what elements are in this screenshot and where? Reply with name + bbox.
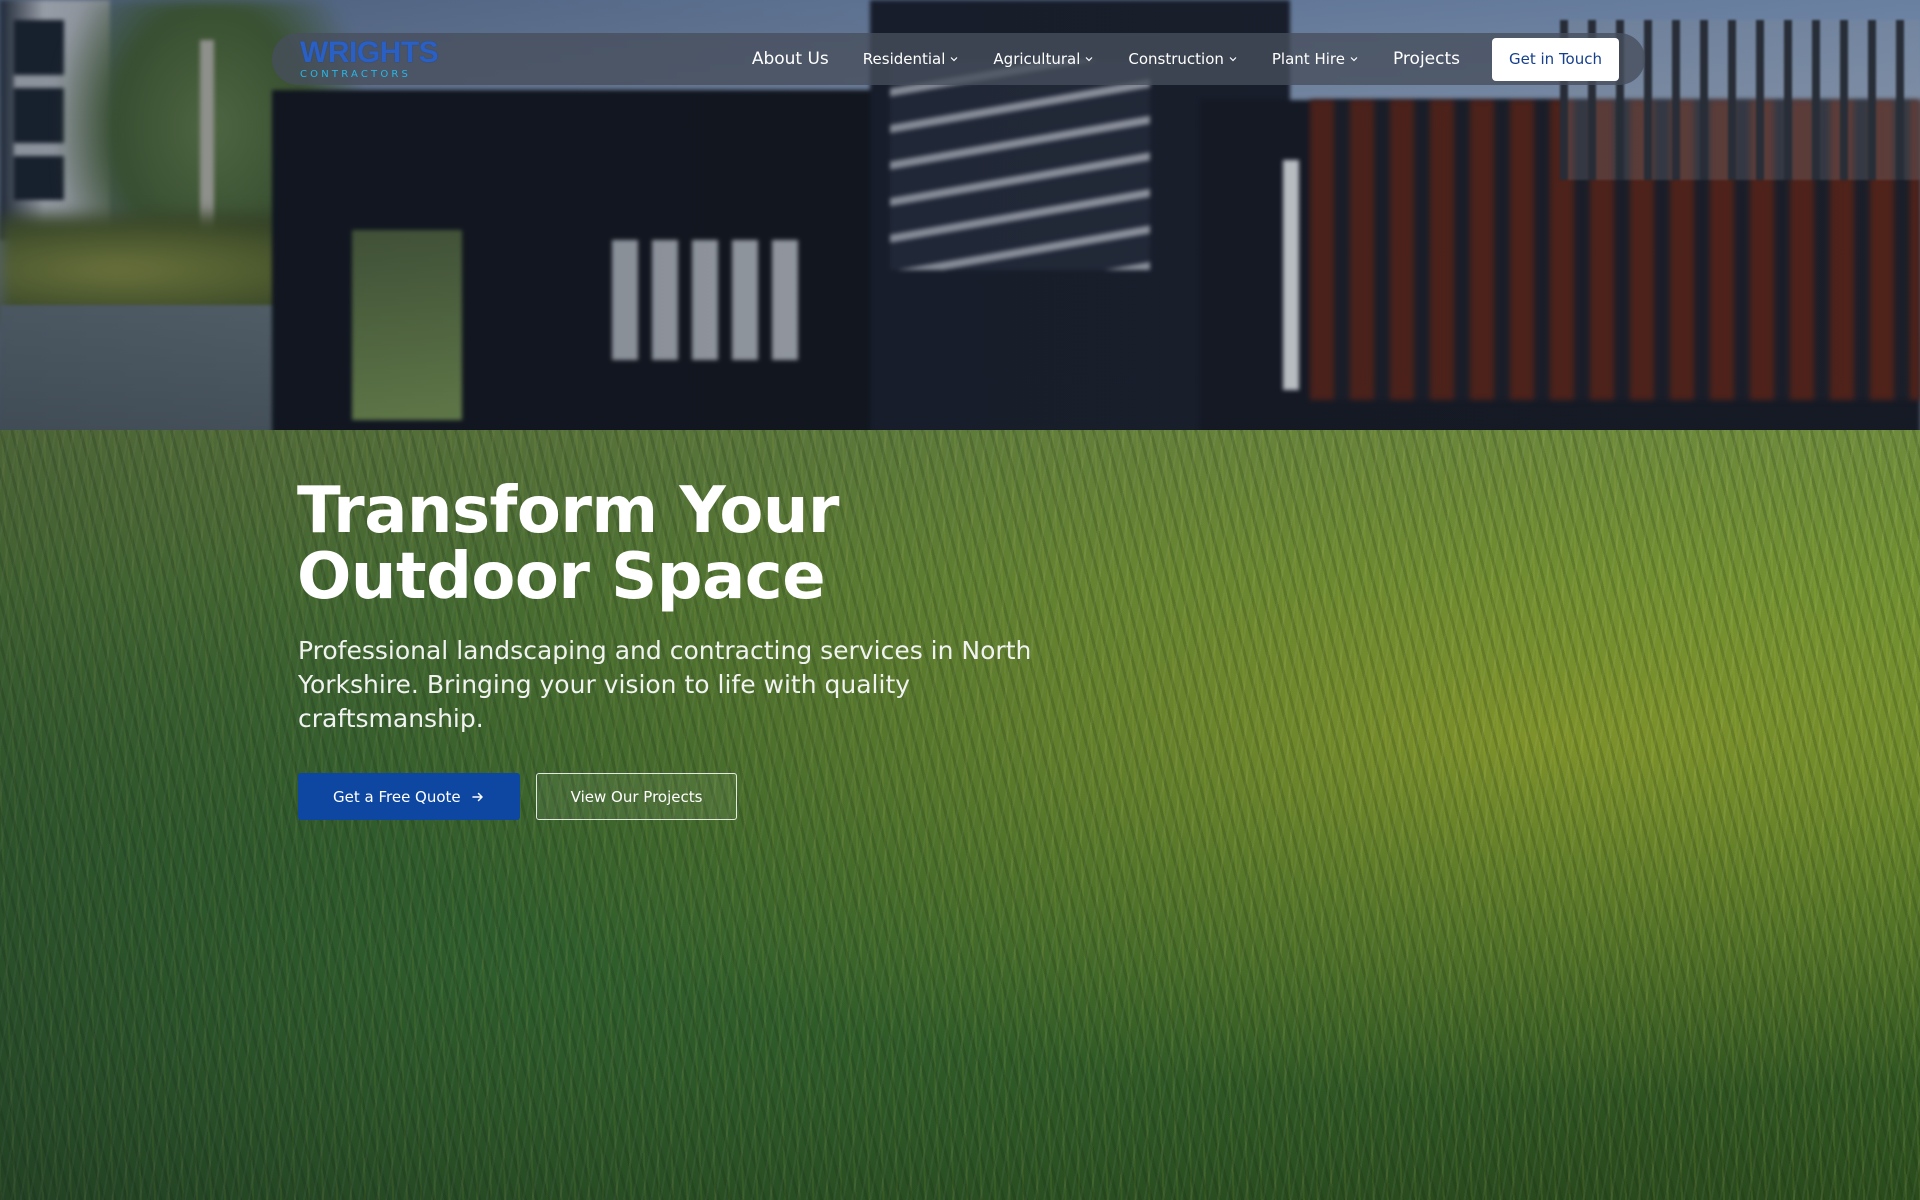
nav-projects-label: Projects (1392, 49, 1460, 69)
get-free-quote-label: Get a Free Quote (333, 787, 461, 806)
logo-tagline: CONTRACTORS (300, 69, 412, 80)
nav-plant-hire-label: Plant Hire (1271, 50, 1345, 68)
chevron-down-icon (950, 57, 958, 62)
hero-title-line-1: Transform Your (297, 474, 839, 548)
nav-residential[interactable]: Residential (863, 50, 960, 68)
chevron-down-icon (1350, 57, 1358, 62)
hero-subtitle: Professional landscaping and contracting… (298, 636, 1032, 733)
hero-title: Transform Your Outdoor Space (297, 478, 1057, 610)
nav-about-us[interactable]: About Us (752, 49, 829, 69)
site-logo[interactable]: WRIGHTS CONTRACTORS (300, 38, 450, 80)
get-free-quote-button[interactable]: Get a Free Quote (298, 773, 520, 820)
view-projects-label: View Our Projects (570, 787, 703, 806)
nav-about-us-label: About Us (751, 49, 829, 69)
nav-projects[interactable]: Projects (1393, 49, 1460, 69)
chevron-down-icon (1085, 57, 1093, 62)
nav-construction[interactable]: Construction (1128, 50, 1238, 68)
nav-residential-label: Residential (862, 50, 946, 68)
main-navbar: WRIGHTS CONTRACTORS About Us Residential… (272, 33, 1645, 85)
nav-links: About Us Residential Agricultural Constr… (752, 37, 1619, 81)
logo-wordmark: WRIGHTS (300, 36, 439, 69)
nav-construction-label: Construction (1128, 50, 1224, 68)
hero-title-line-2: Outdoor Space (297, 540, 826, 614)
nav-agricultural-label: Agricultural (993, 50, 1081, 68)
nav-agricultural[interactable]: Agricultural (993, 50, 1094, 68)
view-projects-button[interactable]: View Our Projects (535, 773, 738, 820)
get-in-touch-button[interactable]: Get in Touch (1492, 37, 1619, 81)
arrow-right-icon (471, 792, 483, 801)
hero-button-row: Get a Free Quote View Our Projects (298, 773, 738, 820)
chevron-down-icon (1229, 57, 1237, 62)
nav-plant-hire[interactable]: Plant Hire (1272, 50, 1359, 68)
